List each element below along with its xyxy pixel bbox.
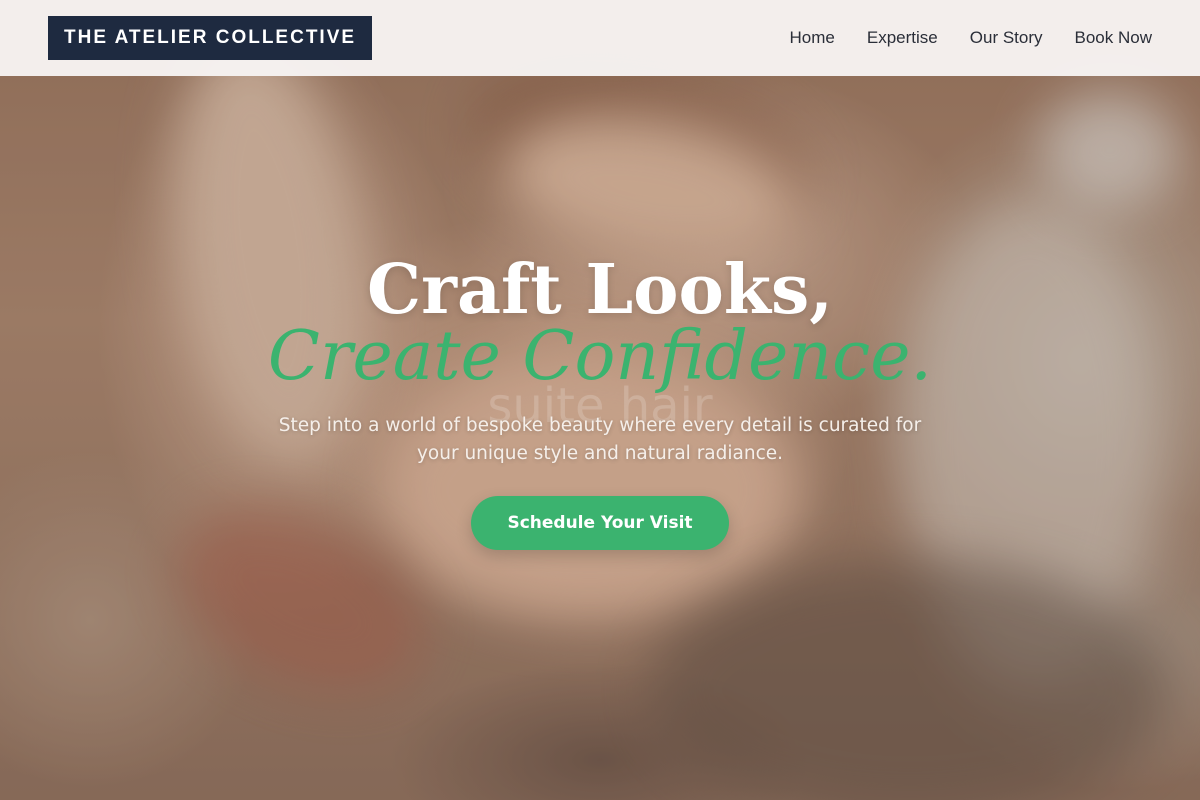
nav-home[interactable]: Home [790, 28, 835, 48]
hero-headline-line2: Create Confidence. [267, 317, 933, 396]
schedule-visit-button[interactable]: Schedule Your Visit [471, 496, 729, 550]
main-nav: Home Expertise Our Story Book Now [790, 28, 1152, 48]
brand-logo[interactable]: THE ATELIER COLLECTIVE [48, 16, 373, 60]
hero-subtext: Step into a world of bespoke beauty wher… [278, 415, 922, 464]
nav-our-story[interactable]: Our Story [970, 28, 1043, 48]
hero-section: suite hair Craft Looks, Create Confidenc… [0, 250, 1200, 550]
nav-expertise[interactable]: Expertise [867, 28, 938, 48]
nav-book-now[interactable]: Book Now [1075, 28, 1152, 48]
site-header: THE ATELIER COLLECTIVE Home Expertise Ou… [0, 0, 1200, 76]
